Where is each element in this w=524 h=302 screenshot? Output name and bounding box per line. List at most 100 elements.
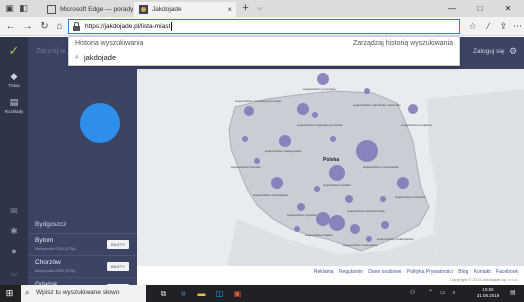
file-explorer-icon[interactable]: ▬: [196, 288, 207, 299]
city-region: Metropolia GZM (ZTM): [35, 268, 76, 273]
footer-link-polityka[interactable]: Polityka Prywatności: [407, 269, 453, 275]
bubble-gzm: [329, 215, 345, 231]
notifications-icon[interactable]: ▤: [510, 289, 516, 296]
manage-history-link[interactable]: Zarządzaj historią wyszukiwania: [353, 40, 453, 47]
bubble-katowice: [316, 212, 330, 226]
bubble-warszawa: [356, 140, 378, 162]
clock[interactable]: 10:56 31.08.2019: [473, 287, 503, 299]
minimize-button[interactable]: —: [440, 0, 464, 17]
task-view-icon[interactable]: ⧉: [158, 288, 169, 299]
clock-date: 31.08.2019: [476, 293, 500, 298]
jakdojade-logo-icon[interactable]: ✓: [5, 43, 23, 59]
bubble-torun: [312, 112, 318, 118]
footer-link-dane-osobowe[interactable]: Dane osobowe: [368, 269, 401, 275]
diamond-route-icon: ◆: [10, 71, 18, 81]
bubble-olsztyn: [364, 88, 370, 94]
bubble-wroclaw: [271, 177, 283, 189]
page-footer: Reklama Regulamin Dane osobowe Polityka …: [137, 266, 524, 285]
region-label: województwo lubelskie: [395, 195, 426, 199]
lock-icon: [73, 22, 80, 31]
city-name: Bytom: [35, 237, 54, 244]
footer-link-facebook[interactable]: Facebook: [496, 269, 518, 275]
tabs-aside-icon[interactable]: ◧: [18, 3, 29, 14]
footer-link-reklama[interactable]: Reklama: [314, 269, 334, 275]
sidebar-item-rozklady[interactable]: ▤ Rozkłady: [0, 97, 28, 114]
region-label: województwo warmińsko-mazurskie: [353, 103, 401, 107]
footer-link-blog[interactable]: Blog: [458, 269, 468, 275]
chevron-down-icon[interactable]: ⌵: [254, 2, 265, 15]
sidebar-item-label: Rozkłady: [4, 109, 24, 114]
region-label: województwo dolnośląskie: [253, 193, 289, 197]
taskbar-search-placeholder: Wpisz tu wyszukiwane słowo: [36, 289, 120, 296]
tab-microsoft-edge-porady[interactable]: Microsoft Edge — porady: [42, 2, 134, 17]
expand-down-icon[interactable]: ⌵: [8, 267, 20, 279]
footer-link-kontakt[interactable]: Kontakt: [474, 269, 491, 275]
maximize-button[interactable]: □: [468, 0, 492, 17]
volume-icon[interactable]: ◃: [452, 289, 455, 296]
login-link[interactable]: Zaloguj się: [473, 48, 504, 55]
windows-taskbar: ⊞ ⌕ Wpisz tu wyszukiwane słowo ⧉ e ▬ ◫ ▣…: [0, 285, 524, 302]
show-hidden-icon[interactable]: ⌃: [428, 289, 433, 296]
close-window-button[interactable]: ✕: [496, 0, 520, 17]
reading-list-icon[interactable]: ⁄: [482, 20, 495, 33]
mail-icon[interactable]: ✉: [8, 205, 20, 217]
new-tab-icon[interactable]: +: [239, 2, 252, 15]
copyright-text: Copyright © 2019 Jakdojade sp. z o.o.: [450, 277, 518, 282]
dropdown-title: Historia wyszukiwania: [75, 40, 144, 47]
timetable-icon: ▤: [9, 97, 19, 107]
bubble-small-1: [314, 186, 320, 192]
store-icon[interactable]: ◫: [214, 288, 225, 299]
city-panel: Zacznij w Bydgoszcz Bytom Metropolia GZM…: [28, 37, 137, 295]
region-label: województwo kujawsko-pomorskie: [297, 123, 343, 127]
footer-link-regulamin[interactable]: Regulamin: [339, 269, 363, 275]
browser-tab-bar: ▣ ◧ Microsoft Edge — porady Jakdojade × …: [0, 0, 524, 17]
tickets-button[interactable]: BILETY: [107, 240, 129, 249]
bubble-lodz: [329, 165, 345, 181]
address-bar: ← → ↻ ⌂ https://jakdojade.pl/lista-miast…: [0, 17, 524, 36]
bubble-opole: [297, 203, 305, 211]
android-icon[interactable]: ✱: [8, 225, 20, 237]
city-region: Metropolia GZM (ZTM): [35, 246, 76, 251]
home-icon[interactable]: ⌂: [52, 19, 67, 34]
url-text: https://jakdojade.pl/lista-miast: [85, 23, 171, 30]
gear-icon[interactable]: ⚙: [509, 46, 517, 57]
refresh-icon[interactable]: ↻: [37, 19, 52, 34]
tickets-button[interactable]: BILETY: [107, 262, 129, 271]
bubble-small-2: [330, 136, 336, 142]
region-label: województwo podlaskie: [401, 123, 433, 127]
close-tab-icon[interactable]: ×: [227, 2, 232, 17]
forward-icon[interactable]: →: [20, 19, 35, 34]
region-label: województwo zachodniopomorskie: [235, 99, 282, 103]
city-header[interactable]: Bydgoszcz: [35, 221, 66, 228]
country-label: Polska: [323, 157, 340, 163]
apple-icon[interactable]: ●: [8, 245, 20, 257]
people-icon[interactable]: ⚇: [410, 289, 415, 296]
region-label: województwo łódzkie: [323, 183, 352, 187]
history-item[interactable]: ⌕ jakdojade: [69, 52, 459, 66]
share-icon[interactable]: ⇪: [497, 20, 510, 33]
taskbar-search-input[interactable]: ⌕ Wpisz tu wyszukiwane słowo: [21, 285, 146, 302]
search-history-dropdown: Historia wyszukiwania Zarządzaj historią…: [68, 36, 460, 66]
more-menu-icon[interactable]: ⋯: [511, 20, 524, 33]
app-icon[interactable]: ▣: [232, 288, 243, 299]
edge-icon[interactable]: e: [178, 288, 189, 299]
tab-actions-icon[interactable]: ▣: [4, 3, 15, 14]
sidebar-item-trasa[interactable]: ◆ Trasa: [0, 71, 28, 88]
tab-label: Jakdojade: [152, 6, 182, 13]
list-item[interactable]: Bytom Metropolia GZM (ZTM) BILETY: [28, 233, 137, 255]
back-icon[interactable]: ←: [3, 19, 18, 34]
url-input[interactable]: https://jakdojade.pl/lista-miast: [68, 19, 460, 34]
region-label: województwo świętokrzyskie: [347, 209, 386, 213]
tab-label: Microsoft Edge — porady: [60, 6, 134, 13]
favorite-star-icon[interactable]: ☆: [466, 20, 479, 33]
search-icon: ⌕: [75, 54, 79, 61]
poland-map[interactable]: województwo pomorskie województwo zachod…: [137, 69, 524, 266]
sidebar-item-label: Trasa: [8, 83, 20, 88]
loading-circle: [80, 103, 120, 143]
panel-top-text: Zacznij w: [36, 48, 66, 55]
network-icon[interactable]: ▭: [440, 289, 446, 296]
neighbour-land-east: [427, 89, 524, 266]
list-item[interactable]: Chorzów Metropolia GZM (ZTM) BILETY: [28, 255, 137, 277]
tab-jakdojade[interactable]: Jakdojade ×: [134, 2, 236, 17]
windows-start-icon[interactable]: ⊞: [4, 288, 15, 299]
